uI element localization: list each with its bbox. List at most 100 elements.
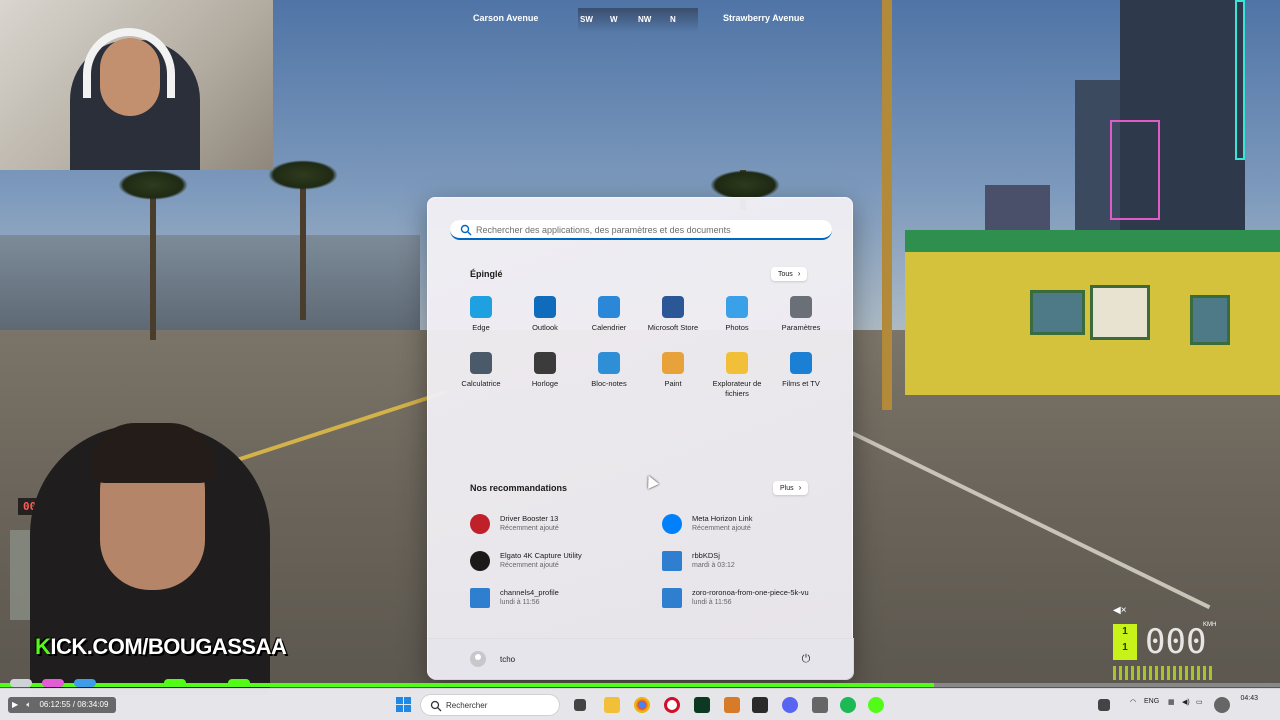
wifi-icon[interactable]: ◠ (1130, 698, 1136, 706)
palm-tree (150, 180, 156, 340)
pinned-app[interactable]: Bloc-notes (577, 352, 641, 389)
recommended-item[interactable]: channels4_profile lundi à 11:56 (468, 584, 648, 614)
speed-unit: KMH (1203, 622, 1217, 628)
hud-compass: Carson Avenue SW W NW N Strawberry Avenu… (460, 8, 820, 32)
pinned-app[interactable]: Edge (449, 296, 513, 333)
recommended-item-subtitle: Récemment ajouté (500, 525, 559, 532)
terminal-icon[interactable] (694, 697, 710, 713)
recommended-item-subtitle: mardi à 03:12 (692, 562, 735, 569)
recommended-title: Nos recommandations (470, 483, 568, 493)
chrome-icon[interactable] (634, 697, 650, 713)
pinned-app-label: Horloge (531, 379, 559, 388)
pinned-app-label: Bloc-notes (591, 379, 627, 388)
shop-window (1030, 290, 1085, 335)
pinned-app[interactable]: Films et TV (769, 352, 833, 389)
video-progress-bar[interactable] (0, 683, 1280, 687)
start-search-input[interactable] (476, 222, 816, 238)
image-file-icon (662, 588, 682, 608)
spotify-icon[interactable] (840, 697, 856, 713)
taskbar: ▶ 🔈︎ 06:12:55 / 08:34:09 Rechercher ◠ EN… (0, 688, 1280, 720)
meta-icon (662, 514, 682, 534)
kick-logo: K (35, 634, 51, 659)
pinned-app-label: Calendrier (591, 323, 627, 332)
meta-icon[interactable] (868, 697, 884, 713)
recommended-item-name: Elgato 4K Capture Utility (500, 551, 582, 560)
recommended-item[interactable]: Meta Horizon Link Récemment ajouté (660, 510, 840, 540)
clock-icon (534, 352, 556, 374)
street-name-left: Carson Avenue (473, 13, 539, 23)
chevron-right-icon: › (798, 483, 802, 492)
badge (10, 679, 32, 687)
recommended-item[interactable]: Driver Booster 13 Récemment ajouté (468, 510, 648, 540)
pinned-app[interactable]: Paramètres (769, 296, 833, 333)
recommended-item-name: rbbKDSj (692, 551, 720, 560)
pinned-app[interactable]: Calculatrice (449, 352, 513, 389)
pinned-app[interactable]: Outlook (513, 296, 577, 333)
more-button[interactable]: Plus › (773, 481, 809, 495)
clock-time: 04:43 (1240, 695, 1258, 702)
app-icon[interactable] (812, 697, 828, 713)
chevron-right-icon: › (797, 269, 801, 278)
windows-start-button[interactable] (396, 697, 412, 713)
kick-overlay: KICK.COM/BOUGASSAA (35, 634, 287, 660)
kick-url: ICK.COM/BOUGASSAA (50, 634, 287, 659)
tray-icon[interactable] (1098, 699, 1110, 711)
video-progress-fill (0, 683, 935, 687)
pinned-app[interactable]: Microsoft Store (641, 296, 705, 333)
language-indicator[interactable]: ENG (1144, 698, 1159, 705)
volume-icon[interactable]: ◀) (1182, 698, 1190, 706)
recommended-item-subtitle: Récemment ajouté (500, 562, 559, 569)
compass-direction: N (670, 15, 676, 24)
video-time: 06:12:55 / 08:34:09 (39, 700, 109, 709)
outlook-icon (534, 296, 556, 318)
recommended-item[interactable]: rbbKDSj mardi à 03:12 (660, 547, 840, 577)
recommended-item[interactable]: zoro-roronoa-from-one-piece-5k-vu lundi à… (660, 584, 840, 614)
discord-icon[interactable] (782, 697, 798, 713)
palm-tree (300, 170, 306, 320)
user-name[interactable]: tcho (500, 655, 515, 664)
search-icon (460, 224, 472, 236)
calendar-icon (598, 296, 620, 318)
pinned-app[interactable]: Explorateur de fichiers (705, 352, 769, 399)
user-avatar[interactable] (470, 651, 486, 667)
mute-icon: ◀× (1113, 605, 1127, 616)
taskbar-search[interactable]: Rechercher (420, 694, 560, 716)
battery-icon[interactable]: ▭ (1196, 698, 1203, 706)
video-player-controls: ▶ 🔈︎ 06:12:55 / 08:34:09 (8, 697, 117, 713)
recommended-item[interactable]: Elgato 4K Capture Utility Récemment ajout… (468, 547, 648, 577)
opera-icon[interactable] (664, 697, 680, 713)
app-icon[interactable] (752, 697, 768, 713)
taskbar-clock[interactable]: 04:43 (1228, 695, 1258, 702)
start-search-box[interactable] (450, 220, 832, 240)
pinned-app[interactable]: Calendrier (577, 296, 641, 333)
palm-tree (268, 160, 338, 190)
play-icon[interactable]: ▶ (12, 700, 18, 709)
file-explorer-icon[interactable] (604, 697, 620, 713)
all-apps-button[interactable]: Tous › (771, 267, 808, 281)
speed-value: 000 (1145, 622, 1207, 662)
image-file-icon (662, 551, 682, 571)
driver-booster-icon (470, 514, 490, 534)
elgato-icon (470, 551, 490, 571)
pinned-app[interactable]: Photos (705, 296, 769, 333)
pinned-app[interactable]: Horloge (513, 352, 577, 389)
compass-direction: NW (638, 15, 652, 24)
edge-icon (470, 296, 492, 318)
pinned-app-label: Films et TV (782, 379, 820, 388)
building-left (0, 235, 420, 335)
app-icon[interactable] (724, 697, 740, 713)
search-icon (430, 700, 442, 712)
volume-icon[interactable]: 🔈︎ (26, 700, 31, 709)
pinned-app-label: Paramètres (781, 323, 821, 332)
task-view-icon[interactable] (574, 699, 586, 711)
taskbar-search-label: Rechercher (446, 701, 488, 710)
pinned-app-label: Paint (664, 379, 682, 388)
power-icon[interactable]: ⏻ (798, 651, 814, 667)
recommended-item-subtitle: lundi à 11:56 (692, 599, 732, 606)
photos-icon (726, 296, 748, 318)
headset (83, 28, 175, 98)
badge (42, 679, 64, 687)
network-icon[interactable]: ▦ (1168, 698, 1175, 706)
pinned-app[interactable]: Paint (641, 352, 705, 389)
start-menu: Épinglé Tous › Edge Outlook Calendrier Micro… (427, 197, 854, 680)
